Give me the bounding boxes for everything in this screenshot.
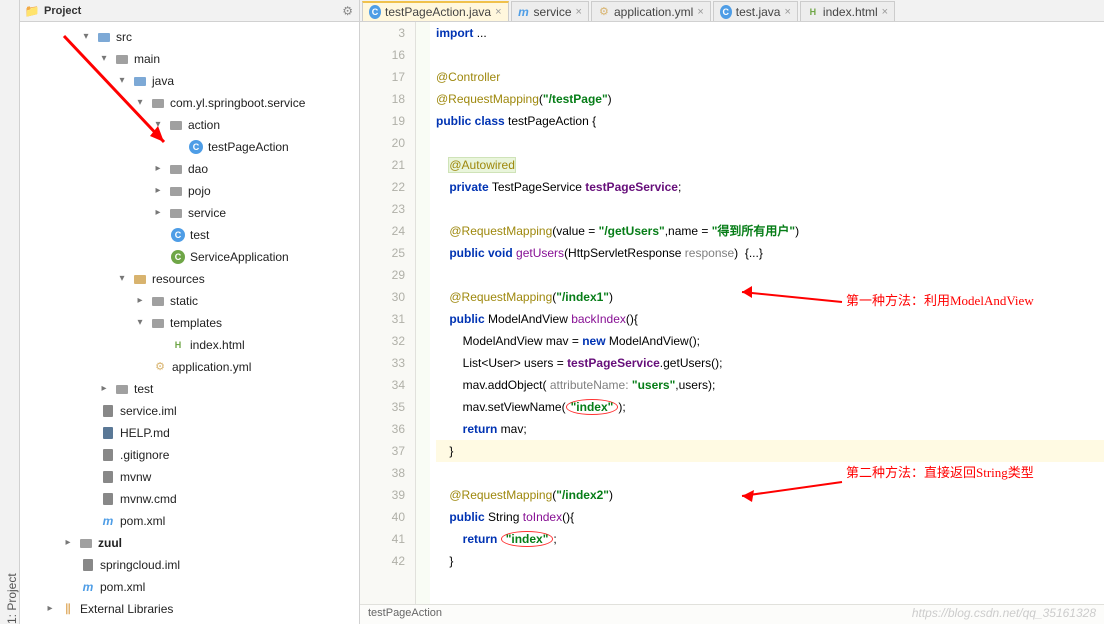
tree-static[interactable]: ▸static: [22, 290, 357, 312]
tab-testpageaction[interactable]: CtestPageAction.java×: [362, 1, 509, 21]
tree-src[interactable]: ▾src: [22, 26, 357, 48]
panel-header: 📁 Project ⚙: [20, 0, 359, 22]
tree-package[interactable]: ▾com.yl.springboot.service: [22, 92, 357, 114]
editor-tabs: CtestPageAction.java× mservice× ⚙applica…: [360, 0, 1104, 22]
close-icon[interactable]: ×: [495, 6, 501, 18]
side-toolbar: 1: Project 7: Structure Web 2: Favorites: [0, 0, 20, 624]
tab-testjava[interactable]: Ctest.java×: [713, 1, 798, 21]
tree-indexhtml[interactable]: Hindex.html: [22, 334, 357, 356]
close-icon[interactable]: ×: [784, 6, 790, 18]
folder-icon: [78, 535, 94, 551]
folder-icon: [132, 271, 148, 287]
yml-icon: ⚙: [598, 6, 610, 18]
fold-strip: [416, 22, 430, 604]
class-icon: C: [369, 6, 381, 18]
tree-springiml[interactable]: springcloud.iml: [22, 554, 357, 576]
folder-icon: [168, 205, 184, 221]
tree-resources[interactable]: ▾resources: [22, 268, 357, 290]
breadcrumb[interactable]: testPageAction: [360, 604, 1104, 624]
file-icon: [100, 403, 116, 419]
tab-appyml[interactable]: ⚙application.yml×: [591, 1, 711, 21]
tree-main[interactable]: ▾main: [22, 48, 357, 70]
tab-project[interactable]: 1: Project: [5, 8, 19, 624]
tree-extlib[interactable]: ▸⫼External Libraries: [22, 598, 357, 620]
file-icon: [80, 557, 96, 573]
tree-helpmd[interactable]: HELP.md: [22, 422, 357, 444]
tree-test-folder[interactable]: ▸test: [22, 378, 357, 400]
file-icon: [100, 469, 116, 485]
folder-icon: [132, 73, 148, 89]
file-icon: [100, 491, 116, 507]
tree-zuul[interactable]: ▸zuul: [22, 532, 357, 554]
md-icon: [100, 425, 116, 441]
tree-pom2[interactable]: mpom.xml: [22, 576, 357, 598]
close-icon[interactable]: ×: [697, 6, 703, 18]
project-tree: ▾src ▾main ▾java ▾com.yl.springboot.serv…: [20, 22, 359, 624]
tree-dao[interactable]: ▸dao: [22, 158, 357, 180]
tab-indexhtml[interactable]: Hindex.html×: [800, 1, 895, 21]
class-icon: C: [170, 227, 186, 243]
close-icon[interactable]: ×: [882, 6, 888, 18]
tree-serviceiml[interactable]: service.iml: [22, 400, 357, 422]
annotation-note-2: 第二种方法：直接返回String类型: [846, 462, 1034, 484]
project-panel: 📁 Project ⚙ ▾src ▾main ▾java ▾com.yl.spr…: [20, 0, 360, 624]
tree-java[interactable]: ▾java: [22, 70, 357, 92]
html-icon: H: [170, 337, 186, 353]
tree-templates[interactable]: ▾templates: [22, 312, 357, 334]
editor-area: CtestPageAction.java× mservice× ⚙applica…: [360, 0, 1104, 624]
class-icon: C: [720, 6, 732, 18]
panel-title: Project: [44, 5, 81, 17]
package-icon: [150, 95, 166, 111]
tree-gitignore[interactable]: .gitignore: [22, 444, 357, 466]
code-area[interactable]: import ... @Controller @RequestMapping("…: [416, 22, 1104, 604]
folder-icon: [150, 293, 166, 309]
file-icon: [100, 447, 116, 463]
tree-appyml[interactable]: ⚙application.yml: [22, 356, 357, 378]
folder-icon: [114, 51, 130, 67]
class-icon: C: [170, 249, 186, 265]
project-view-icon[interactable]: 📁: [26, 5, 38, 17]
tree-serviceapp[interactable]: CServiceApplication: [22, 246, 357, 268]
tree-action[interactable]: ▾action: [22, 114, 357, 136]
close-icon[interactable]: ×: [576, 6, 582, 18]
folder-icon: [114, 381, 130, 397]
annotation-note-1: 第一种方法：利用ModelAndView: [846, 290, 1034, 312]
tree-pojo[interactable]: ▸pojo: [22, 180, 357, 202]
folder-icon: [168, 117, 184, 133]
maven-icon: m: [100, 513, 116, 529]
yml-icon: ⚙: [152, 359, 168, 375]
tree-service[interactable]: ▸service: [22, 202, 357, 224]
maven-icon: m: [80, 579, 96, 595]
folder-icon: [168, 183, 184, 199]
tree-pom[interactable]: mpom.xml: [22, 510, 357, 532]
folder-icon: [96, 29, 112, 45]
folder-icon: [168, 161, 184, 177]
html-icon: H: [807, 6, 819, 18]
tree-mvnwcmd[interactable]: mvnw.cmd: [22, 488, 357, 510]
tree-test-class[interactable]: Ctest: [22, 224, 357, 246]
gear-icon[interactable]: ⚙: [342, 4, 353, 18]
library-icon: ⫼: [60, 601, 76, 617]
tree-testpageaction[interactable]: CtestPageAction: [22, 136, 357, 158]
maven-icon: m: [518, 6, 530, 18]
tree-scratches[interactable]: ▸Scratches and Consoles: [22, 620, 357, 624]
code-editor[interactable]: 3161718192021222324252930313233343536373…: [360, 22, 1104, 604]
class-icon: C: [188, 139, 204, 155]
folder-icon: [150, 315, 166, 331]
gutter: 3161718192021222324252930313233343536373…: [360, 22, 416, 604]
tab-service[interactable]: mservice×: [511, 1, 589, 21]
tree-mvnw[interactable]: mvnw: [22, 466, 357, 488]
